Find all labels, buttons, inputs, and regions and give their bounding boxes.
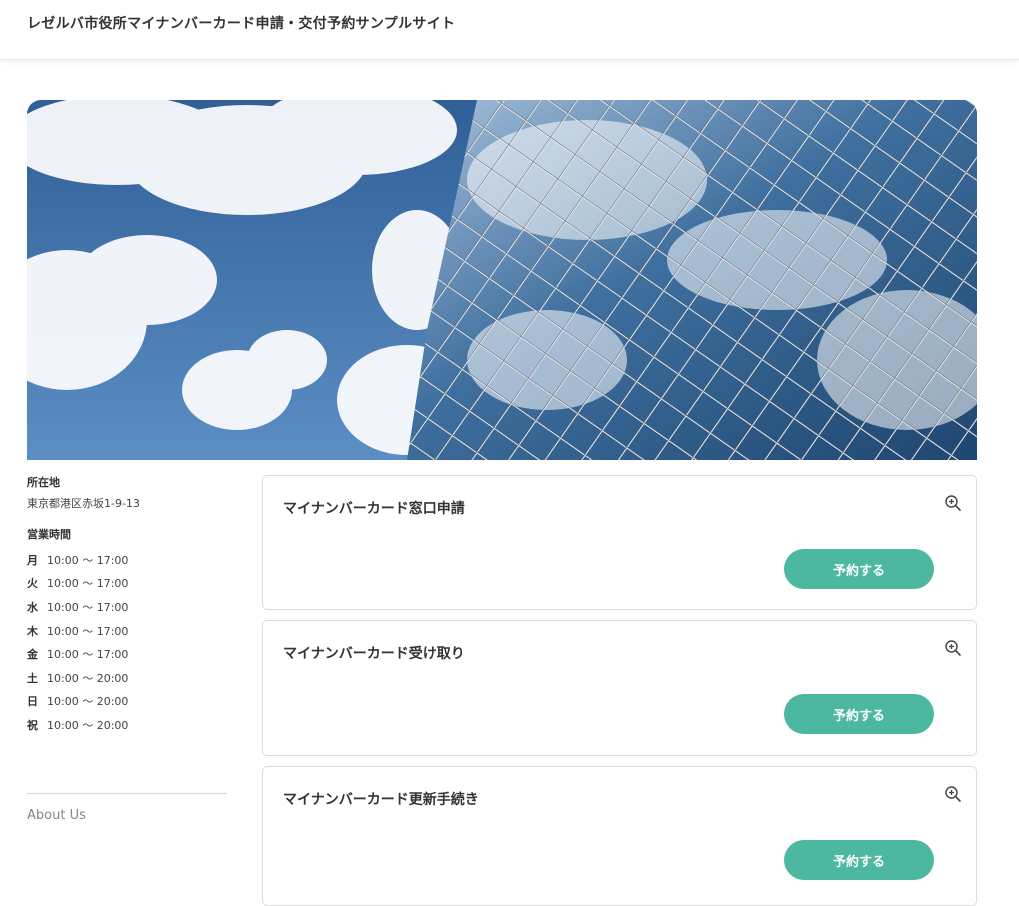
hours-day: 祝: [27, 718, 38, 732]
hours-heading: 営業時間: [27, 528, 71, 541]
plan-card: マイナンバーカード窓口申請 予約する: [262, 475, 977, 610]
hours-time: 10:00 〜 20:00: [47, 718, 129, 732]
hero-image: [27, 100, 977, 460]
business-hours-list: 月 10:00 〜 17:00 火 10:00 〜 17:00 水 10:00 〜 1…: [27, 548, 227, 737]
hours-row: 水 10:00 〜 17:00: [27, 595, 227, 619]
hours-row: 金 10:00 〜 17:00: [27, 642, 227, 666]
reserve-button[interactable]: 予約する: [784, 694, 934, 734]
office-address: 東京都港区赤坂1-9-13: [27, 497, 140, 510]
sidebar-divider: [27, 793, 227, 794]
plan-title: マイナンバーカード更新手続き: [283, 792, 479, 808]
plan-card: マイナンバーカード更新手続き 予約する: [262, 766, 977, 906]
reserve-button[interactable]: 予約する: [784, 840, 934, 880]
hours-row: 祝 10:00 〜 20:00: [27, 713, 227, 737]
zoom-in-icon[interactable]: [944, 639, 962, 657]
hours-row: 日 10:00 〜 20:00: [27, 690, 227, 714]
hours-time: 10:00 〜 17:00: [47, 648, 129, 662]
about-us-link[interactable]: About Us: [27, 808, 86, 823]
hours-row: 火 10:00 〜 17:00: [27, 572, 227, 596]
hours-time: 10:00 〜 20:00: [47, 695, 129, 709]
location-heading: 所在地: [27, 476, 60, 489]
hours-time: 10:00 〜 17:00: [47, 553, 129, 567]
hours-day: 日: [27, 695, 38, 709]
zoom-in-icon[interactable]: [944, 785, 962, 803]
hours-day: 土: [27, 671, 38, 685]
hours-day: 金: [27, 648, 38, 662]
hours-time: 10:00 〜 17:00: [47, 600, 129, 614]
hours-day: 木: [27, 624, 38, 638]
hours-day: 月: [27, 553, 38, 567]
plan-title: マイナンバーカード窓口申請: [283, 501, 465, 517]
hours-row: 月 10:00 〜 17:00: [27, 548, 227, 572]
office-info: 所在地 東京都港区赤坂1-9-13 営業時間 月 10:00 〜 17:00 火1…: [27, 476, 227, 737]
reserve-button[interactable]: 予約する: [784, 549, 934, 589]
site-title[interactable]: レゼルバ市役所マイナンバーカード申請・交付予約サンプルサイト: [27, 13, 455, 33]
hours-day: 火: [27, 577, 38, 591]
hours-day: 水: [27, 600, 38, 614]
plan-title: マイナンバーカード受け取り: [283, 646, 465, 662]
zoom-in-icon[interactable]: [944, 494, 962, 512]
site-header: レゼルバ市役所マイナンバーカード申請・交付予約サンプルサイト: [0, 0, 1019, 60]
plan-card: マイナンバーカード受け取り 予約する: [262, 620, 977, 756]
hours-row: 木 10:00 〜 17:00: [27, 619, 227, 643]
hours-time: 10:00 〜 17:00: [47, 624, 129, 638]
hours-time: 10:00 〜 20:00: [47, 671, 129, 685]
hours-row: 土 10:00 〜 20:00: [27, 666, 227, 690]
hours-time: 10:00 〜 17:00: [47, 577, 129, 591]
